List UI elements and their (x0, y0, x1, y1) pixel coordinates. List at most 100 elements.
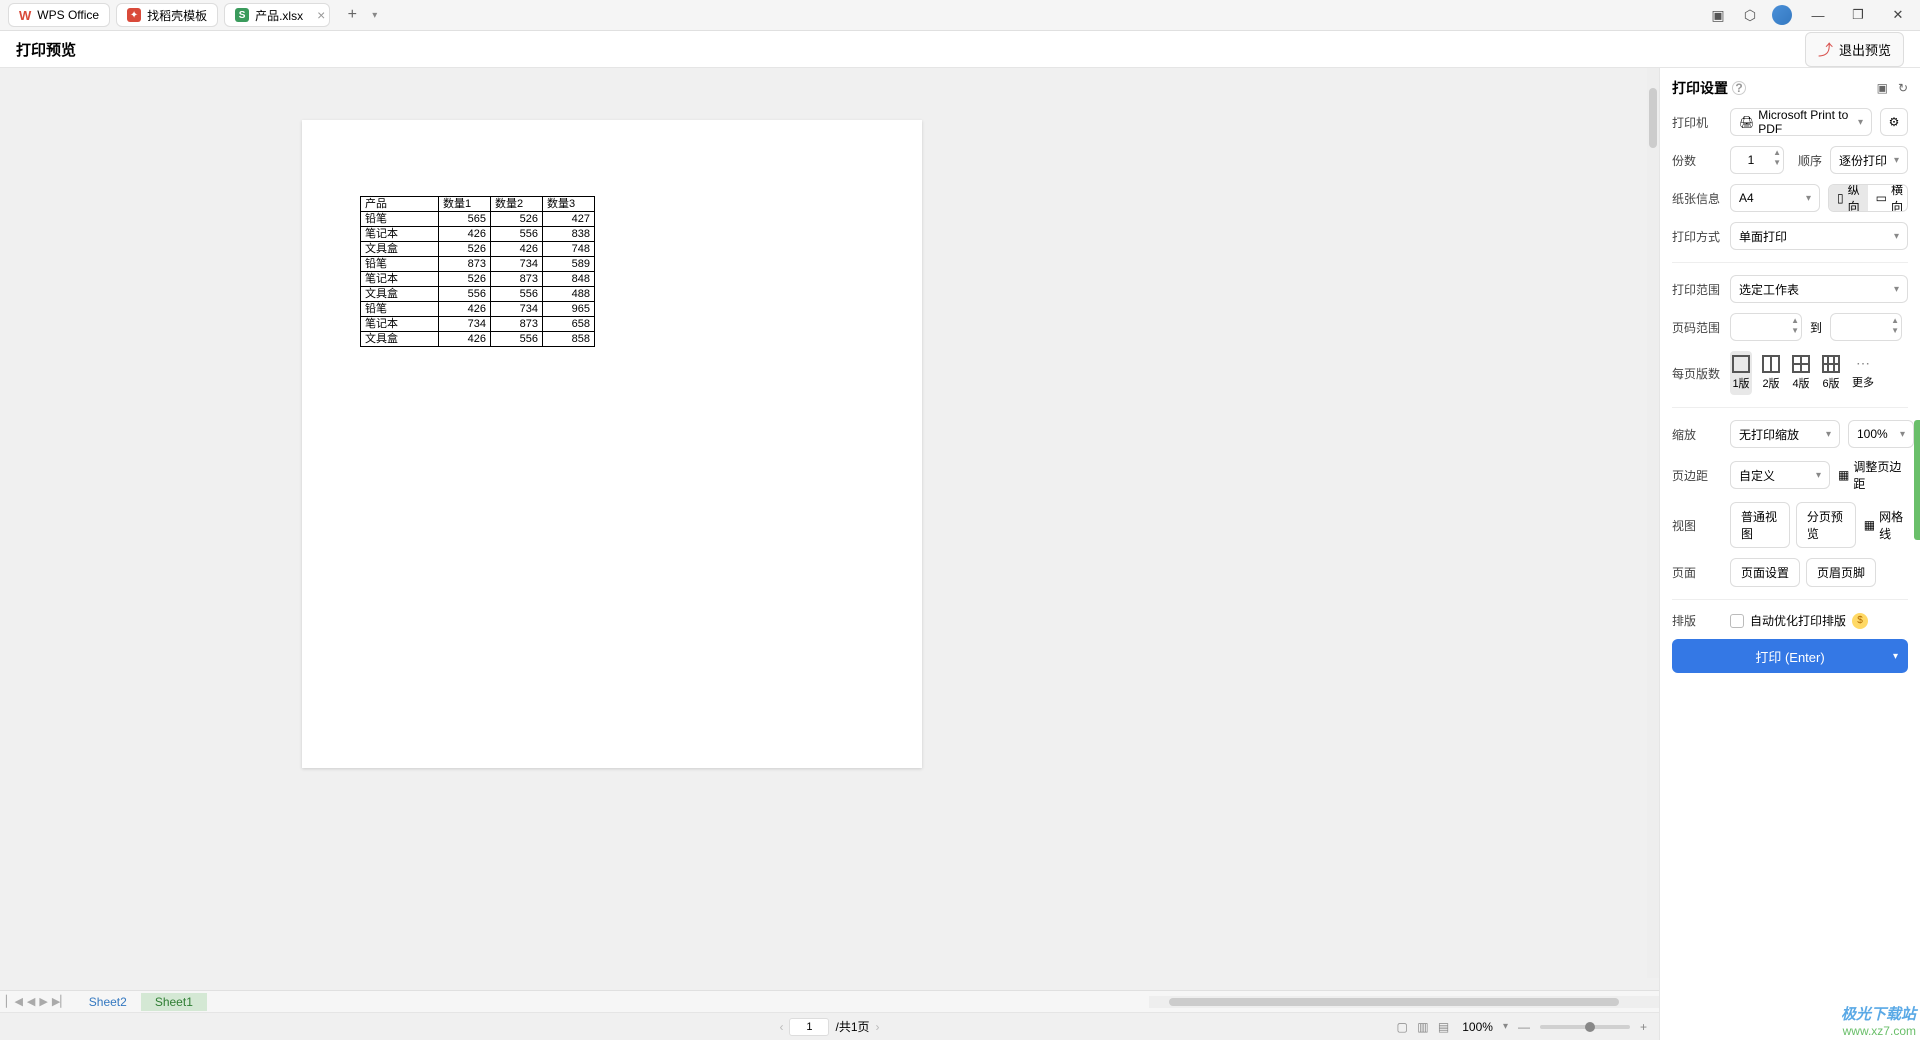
page-setup-label: 页面 (1672, 564, 1722, 581)
printer-settings-button[interactable]: ⚙ (1880, 108, 1908, 136)
layout-2-button[interactable]: 2版 (1760, 351, 1782, 395)
zoom-slider[interactable] (1540, 1025, 1630, 1029)
tabs-left: W WPS Office ✦ 找稻壳模板 S 产品.xlsx × + ▾ (8, 3, 377, 27)
view-single-icon[interactable]: ▢ (1397, 1020, 1408, 1034)
wps-home-tab[interactable]: W WPS Office (8, 3, 110, 27)
zoom-handle[interactable] (1585, 1022, 1595, 1032)
page-prev-icon[interactable]: ‹ (779, 1020, 783, 1034)
page-input[interactable] (789, 1018, 829, 1036)
auto-optimize-checkbox[interactable] (1730, 614, 1744, 628)
layout-4-button[interactable]: 4版 (1790, 351, 1812, 395)
template-search-tab[interactable]: ✦ 找稻壳模板 (116, 3, 218, 27)
document-tab-label: 产品.xlsx (255, 7, 303, 24)
landscape-button[interactable]: ▭横向 (1868, 185, 1908, 211)
copies-label: 份数 (1672, 152, 1722, 169)
main-area: 产品 数量1 数量2 数量3 铅笔565526427 笔记本426556838 … (0, 68, 1920, 1040)
print-preview-header: 打印预览 ⤴ 退出预览 (0, 31, 1920, 68)
layout-more-button[interactable]: ⋯更多 (1850, 351, 1876, 395)
side-resize-handle[interactable] (1914, 420, 1920, 540)
spin-up-icon[interactable]: ▲ (1773, 148, 1781, 158)
tab-close-icon[interactable]: × (317, 7, 325, 23)
paper-select[interactable]: A4▾ (1730, 184, 1820, 212)
portrait-button[interactable]: ▯纵向 (1829, 185, 1868, 211)
order-label: 顺序 (1792, 152, 1822, 169)
page-from-input[interactable]: ▲▼ (1730, 313, 1802, 341)
adjust-margin-button[interactable]: ▦调整页边距 (1838, 458, 1908, 492)
cube-icon[interactable]: ⬡ (1740, 5, 1760, 25)
paper-label: 纸张信息 (1672, 190, 1722, 207)
order-select[interactable]: 逐份打印▾ (1830, 146, 1908, 174)
exit-preview-button[interactable]: ⤴ 退出预览 (1805, 32, 1904, 67)
close-window-button[interactable]: ✕ (1884, 1, 1912, 29)
scale-pct-select[interactable]: 100%▾ (1848, 420, 1914, 448)
chevron-down-icon: ▾ (1806, 193, 1811, 204)
horizontal-scrollbar[interactable] (1149, 996, 1659, 1008)
table-row: 文具盒426556858 (361, 332, 595, 347)
refresh-icon[interactable]: ↻ (1898, 81, 1908, 95)
gridlines-toggle[interactable]: ▦网格线 (1864, 508, 1908, 542)
add-tab-button[interactable]: + (340, 3, 364, 27)
panel-title-text: 打印设置 (1672, 78, 1728, 98)
top-tab-bar: W WPS Office ✦ 找稻壳模板 S 产品.xlsx × + ▾ ▣ ⬡… (0, 0, 1920, 31)
table-row: 文具盒556556488 (361, 287, 595, 302)
sheet-last-icon[interactable]: ▶▏ (52, 995, 69, 1008)
scale-select[interactable]: 无打印缩放▾ (1730, 420, 1840, 448)
table-row: 铅笔873734589 (361, 257, 595, 272)
normal-view-button[interactable]: 普通视图 (1730, 502, 1790, 548)
duplex-select[interactable]: 单面打印▾ (1730, 222, 1908, 250)
page-next-icon[interactable]: › (876, 1020, 880, 1034)
v-scroll-thumb[interactable] (1649, 88, 1657, 148)
table-row: 铅笔565526427 (361, 212, 595, 227)
view-grid-icon[interactable]: ▤ (1438, 1020, 1449, 1034)
minimize-button[interactable]: — (1804, 1, 1832, 29)
sheet-next-icon[interactable]: ▶ (39, 995, 47, 1008)
panel-header: 打印设置 ? ▣ ↻ (1672, 78, 1908, 98)
view-double-icon[interactable]: ▥ (1417, 1020, 1428, 1034)
printer-icon: 🖨 (1739, 115, 1754, 129)
print-dropdown-icon[interactable]: ▾ (1893, 651, 1898, 662)
header-footer-button[interactable]: 页眉页脚 (1806, 558, 1876, 587)
sheet-prev-icon[interactable]: ◀ (27, 995, 35, 1008)
page-break-view-button[interactable]: 分页预览 (1796, 502, 1856, 548)
vertical-scrollbar[interactable] (1647, 68, 1659, 978)
collapse-icon[interactable]: ▣ (1877, 81, 1888, 95)
window-controls: ▣ ⬡ — ❐ ✕ (1708, 1, 1912, 29)
duplex-label: 打印方式 (1672, 228, 1722, 245)
preview-pane: 产品 数量1 数量2 数量3 铅笔565526427 笔记本426556838 … (0, 68, 1659, 1040)
print-range-select[interactable]: 选定工作表▾ (1730, 275, 1908, 303)
table-row: 文具盒526426748 (361, 242, 595, 257)
zoom-out-button[interactable]: — (1518, 1020, 1530, 1034)
page-to-input[interactable]: ▲▼ (1830, 313, 1902, 341)
margin-select[interactable]: 自定义▾ (1730, 461, 1830, 489)
table-row: 铅笔426734965 (361, 302, 595, 317)
printer-select[interactable]: 🖨Microsoft Print to PDF ▾ (1730, 108, 1872, 136)
status-bar: ‹ /共1页 › ▢ ▥ ▤ 100% ▾ — + (0, 1012, 1659, 1040)
auto-optimize-label: 自动优化打印排版 (1750, 612, 1846, 629)
tab-menu-chevron-icon[interactable]: ▾ (372, 10, 377, 21)
layout-1-button[interactable]: 1版 (1730, 351, 1752, 395)
zoom-in-button[interactable]: + (1640, 1020, 1647, 1034)
document-tab[interactable]: S 产品.xlsx × (224, 3, 330, 27)
premium-badge-icon: $ (1852, 613, 1868, 629)
sheet-tab-sheet1[interactable]: Sheet1 (141, 993, 207, 1011)
sheet-first-icon[interactable]: ▏◀ (6, 995, 23, 1008)
layout-6-button[interactable]: 6版 (1820, 351, 1842, 395)
user-avatar-icon[interactable] (1772, 5, 1792, 25)
page-setup-button[interactable]: 页面设置 (1730, 558, 1800, 587)
sheet-tab-sheet2[interactable]: Sheet2 (75, 993, 141, 1011)
per-page-label: 每页版数 (1672, 365, 1722, 382)
zoom-dropdown-icon[interactable]: ▾ (1503, 1021, 1508, 1032)
panel-icon[interactable]: ▣ (1708, 5, 1728, 25)
copies-input[interactable] (1731, 153, 1771, 167)
maximize-button[interactable]: ❐ (1844, 1, 1872, 29)
th-product: 产品 (361, 197, 439, 212)
scale-label: 缩放 (1672, 426, 1722, 443)
help-icon[interactable]: ? (1732, 81, 1746, 95)
copies-spinner[interactable]: ▲▼ (1730, 146, 1784, 174)
spin-down-icon[interactable]: ▼ (1773, 158, 1781, 168)
print-button[interactable]: 打印 (Enter) ▾ (1672, 639, 1908, 673)
to-label: 到 (1810, 319, 1822, 336)
chevron-down-icon: ▾ (1858, 117, 1863, 128)
gear-icon: ⚙ (1889, 115, 1900, 129)
h-scroll-thumb[interactable] (1169, 998, 1619, 1006)
